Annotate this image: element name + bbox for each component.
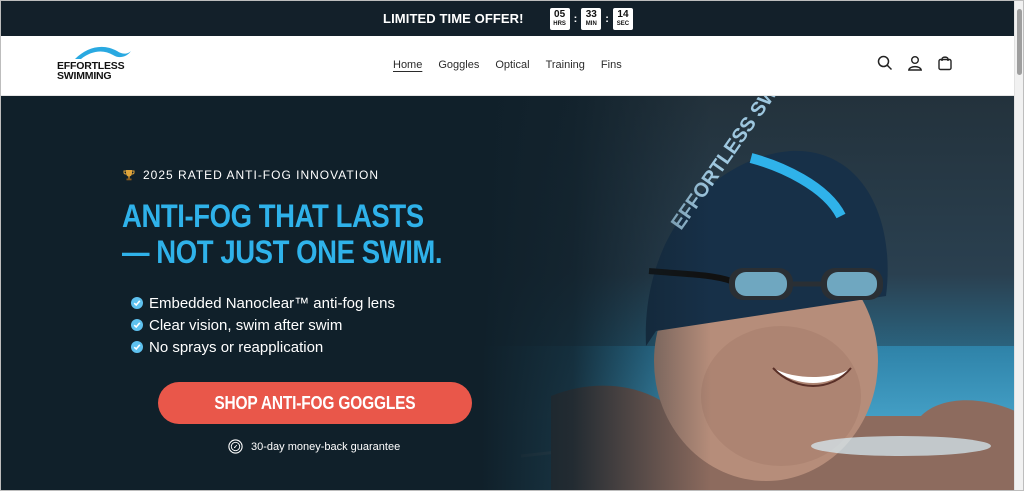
check-icon [131,341,143,353]
search-icon[interactable] [877,55,893,71]
timer-hours-label: HRS [553,21,566,27]
feature-list: Embedded Nanoclear™ anti-fog lens Clear … [131,292,395,358]
hero-eyebrow: 2025 RATED ANTI-FOG INNOVATION [123,168,379,182]
cta-label: SHOP ANTI-FOG GOGGLES [214,392,416,413]
timer-seconds-value: 14 [617,9,629,20]
feature-text: No sprays or reapplication [149,338,324,356]
guarantee-text: 30-day money-back guarantee [251,440,401,453]
shop-anti-fog-goggles-button[interactable]: SHOP ANTI-FOG GOGGLES [158,382,472,424]
wave-logo-icon [75,46,131,59]
nav-training[interactable]: Training [546,59,585,71]
timer-separator: : [573,12,578,25]
eyebrow-text: 2025 RATED ANTI-FOG INNOVATION [143,168,380,182]
timer-minutes-value: 33 [585,9,597,20]
offer-text: LIMITED TIME OFFER! [383,11,524,26]
timer-separator: : [605,12,609,25]
header-icons [877,55,953,71]
check-icon [131,297,143,309]
feature-item: Embedded Nanoclear™ anti-fog lens [131,292,395,314]
timer-seconds-label: SEC [616,21,630,27]
feature-text: Clear vision, swim after swim [149,316,343,334]
timer-hours: 05 HRS [549,7,570,30]
timer-minutes-label: MIN [585,21,597,27]
nav-fins[interactable]: Fins [601,59,622,71]
logo-text-line2: SWIMMING [57,70,112,82]
trophy-icon [123,170,135,181]
page: LIMITED TIME OFFER! 05 HRS : 33 MIN : 14… [0,0,1024,491]
svg-text:✓: ✓ [233,445,238,451]
feature-item: No sprays or reapplication [131,336,395,358]
hero-headline: ANTI-FOG THAT LASTS — NOT JUST ONE SWIM. [122,198,443,270]
feature-text: Embedded Nanoclear™ anti-fog lens [149,294,395,312]
guarantee-badge-icon: ✓ [228,439,243,454]
cart-icon[interactable] [937,55,953,71]
nav-optical[interactable]: Optical [495,59,529,71]
timer-hours-value: 05 [554,9,566,20]
nav-goggles[interactable]: Goggles [438,59,479,71]
nav-home[interactable]: Home [393,59,422,71]
main-nav: Home Goggles Optical Training Fins [393,59,622,71]
timer-minutes: 33 MIN [581,7,602,30]
site-header: EFFORTLESS SWIMMING Home Goggles Optical… [1,36,1015,96]
scrollbar-thumb[interactable] [1017,9,1022,75]
timer-seconds: 14 SEC [612,7,633,30]
brand-logo[interactable]: EFFORTLESS SWIMMING [57,45,137,85]
hero-section: EFFORTLESS SWIMMING [1,96,1015,490]
countdown-timer: 05 HRS : 33 MIN : 14 SEC [549,7,633,30]
feature-item: Clear vision, swim after swim [131,314,395,336]
guarantee-note: ✓ 30-day money-back guarantee [228,439,400,454]
account-icon[interactable] [907,55,923,71]
page-scrollbar[interactable] [1014,1,1023,490]
hero-swimmer-image: EFFORTLESS SWIMMING [481,96,1015,490]
check-icon [131,319,143,331]
announcement-bar: LIMITED TIME OFFER! 05 HRS : 33 MIN : 14… [1,1,1015,36]
